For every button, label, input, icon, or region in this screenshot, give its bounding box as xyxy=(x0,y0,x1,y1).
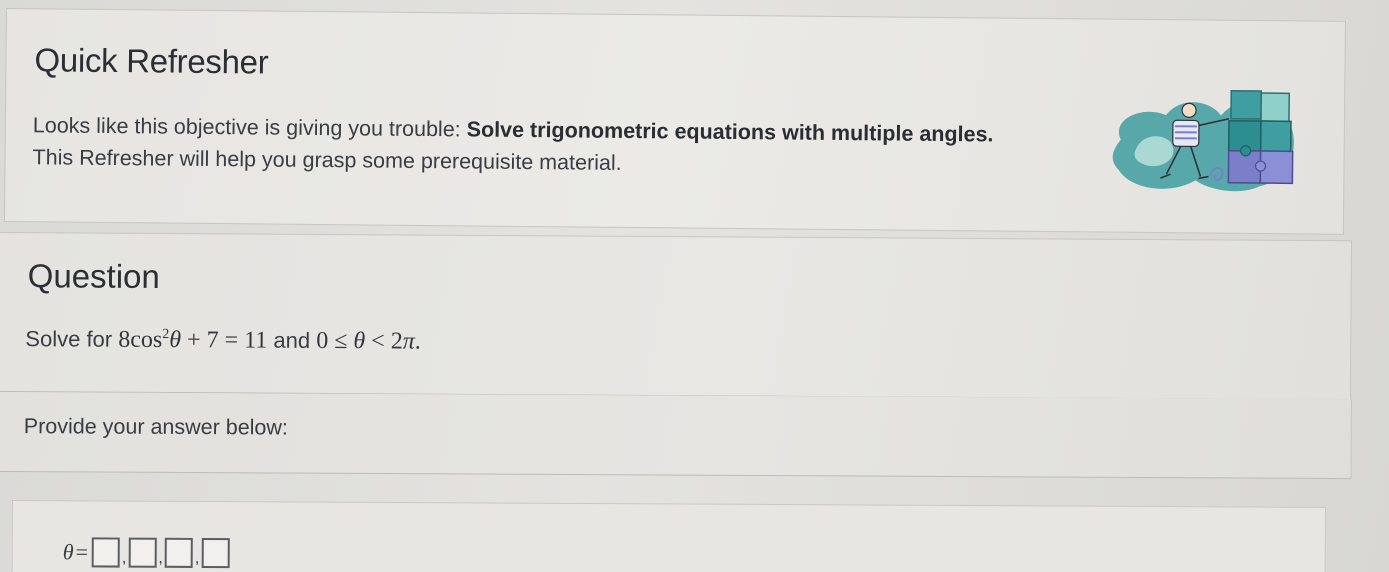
refresher-desc-line2: This Refresher will help you grasp some … xyxy=(32,145,622,175)
equation-coefficient: 8cos xyxy=(118,326,163,353)
domain-lhs: 0 ≤ xyxy=(316,327,354,355)
domain-rhs: < 2 xyxy=(365,328,403,355)
domain-end: . xyxy=(414,328,421,355)
answer-prompt-card: Provide your answer below: xyxy=(0,392,1352,480)
answer-separator: , xyxy=(194,549,200,567)
puzzle-piece-top-right xyxy=(1260,92,1290,123)
answer-input-area: θ = , , , xyxy=(11,500,1326,572)
question-title: Question xyxy=(27,257,160,295)
answer-prompt: Provide your answer below: xyxy=(23,414,288,440)
answer-box-1[interactable] xyxy=(91,537,121,568)
person-head xyxy=(1181,102,1197,118)
equation-variable: θ xyxy=(169,327,182,354)
domain-pi: π xyxy=(402,328,415,355)
answer-separator: , xyxy=(121,549,127,567)
answer-box-3[interactable] xyxy=(164,537,193,568)
answer-variable: θ xyxy=(62,539,74,565)
answer-box-2[interactable] xyxy=(128,537,157,568)
question-equation: 8cos2θ + 7 = 11 xyxy=(118,327,267,354)
refresher-objective: Solve trigonometric equations with multi… xyxy=(466,117,994,147)
question-domain: 0 ≤ θ < 2π. xyxy=(316,328,421,355)
answer-box-4[interactable] xyxy=(201,537,230,569)
answer-separator: , xyxy=(158,549,163,567)
question-prompt: Solve for 8cos2θ + 7 = 11 and 0 ≤ θ < 2π… xyxy=(25,326,421,355)
puzzle-pieces-illustration xyxy=(1112,90,1294,192)
screen: Quick Refresher Looks like this objectiv… xyxy=(0,0,1389,572)
refresher-description: Looks like this objective is giving you … xyxy=(32,109,1093,183)
question-prefix: Solve for xyxy=(25,326,113,352)
answer-equals: = xyxy=(75,539,89,565)
question-card: Question Solve for 8cos2θ + 7 = 11 and 0… xyxy=(0,232,1352,401)
question-conjunction: and xyxy=(273,327,311,353)
puzzle-piece-top xyxy=(1230,90,1263,120)
refresher-title: Quick Refresher xyxy=(34,41,269,81)
puzzle-piece-mid-right xyxy=(1259,120,1292,153)
refresher-desc-prefix: Looks like this objective is giving you … xyxy=(32,113,467,142)
equation-rest: + 7 = 11 xyxy=(181,327,268,354)
refresher-card: Quick Refresher Looks like this objectiv… xyxy=(3,8,1346,235)
domain-variable: θ xyxy=(353,328,366,355)
answer-row: θ = , , , xyxy=(62,537,230,569)
